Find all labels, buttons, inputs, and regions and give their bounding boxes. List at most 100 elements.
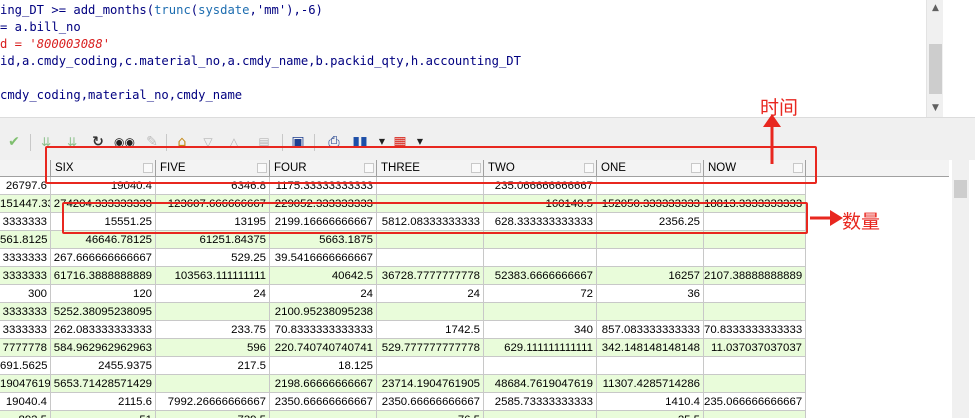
grid-scroll-track[interactable] xyxy=(952,160,969,418)
table-cell[interactable] xyxy=(597,357,704,375)
table-cell[interactable]: 7777778 xyxy=(0,339,51,357)
results-grid[interactable]: SIX FIVE FOUR THREE TWO ONE NOW 26797.6 19040.4 6… xyxy=(0,160,949,418)
table-cell[interactable]: 233.75 xyxy=(156,321,270,339)
table-cell[interactable]: 561.8125 xyxy=(0,231,51,249)
table-cell[interactable]: 2115.6 xyxy=(51,393,156,411)
column-header-row-indicator[interactable] xyxy=(0,160,51,177)
table-cell[interactable] xyxy=(704,375,806,393)
table-cell[interactable]: 342.148148148148 xyxy=(597,339,704,357)
table-cell[interactable]: 24 xyxy=(377,285,484,303)
table-cell[interactable] xyxy=(597,303,704,321)
table-cell[interactable]: 16257 xyxy=(597,267,704,285)
table-cell[interactable]: 51 xyxy=(51,411,156,418)
table-cell[interactable]: 18.125 xyxy=(270,357,377,375)
table-cell[interactable] xyxy=(377,303,484,321)
table-cell[interactable]: 19040.4 xyxy=(0,393,51,411)
table-cell[interactable]: 529.777777777778 xyxy=(377,339,484,357)
table-cell[interactable]: 39.5416666666667 xyxy=(270,249,377,267)
code-line[interactable]: = a.bill_no xyxy=(0,19,81,35)
grid-vertical-scrollbar[interactable] xyxy=(949,160,975,418)
table-row[interactable]: 3333333 267.666666666667 529.25 39.54166666… xyxy=(0,249,949,267)
table-cell[interactable]: 596 xyxy=(156,339,270,357)
table-cell[interactable]: 3333333 xyxy=(0,249,51,267)
table-cell[interactable] xyxy=(484,411,597,418)
table-cell[interactable]: 2455.9375 xyxy=(51,357,156,375)
table-cell[interactable]: 529.25 xyxy=(156,249,270,267)
table-cell[interactable]: 584.962962962963 xyxy=(51,339,156,357)
scroll-down-arrow-icon[interactable]: ▼ xyxy=(927,100,944,117)
table-cell[interactable]: 691.5625 xyxy=(0,357,51,375)
table-cell[interactable]: 11.037037037037 xyxy=(704,339,806,357)
table-cell[interactable]: 70.8333333333333 xyxy=(704,321,806,339)
table-row[interactable]: 7777778 584.962962962963 596 220.7407407407… xyxy=(0,339,949,357)
table-cell[interactable]: 2585.73333333333 xyxy=(484,393,597,411)
table-cell[interactable]: 217.5 xyxy=(156,357,270,375)
table-cell[interactable] xyxy=(704,411,806,418)
table-cell[interactable]: 25.5 xyxy=(597,411,704,418)
table-cell[interactable]: 72 xyxy=(484,285,597,303)
table-cell[interactable] xyxy=(704,303,806,321)
table-cell[interactable] xyxy=(704,357,806,375)
table-cell[interactable]: 267.666666666667 xyxy=(51,249,156,267)
table-cell[interactable]: 857.083333333333 xyxy=(597,321,704,339)
table-cell[interactable]: 262.083333333333 xyxy=(51,321,156,339)
table-cell[interactable]: 2350.66666666667 xyxy=(377,393,484,411)
table-cell[interactable] xyxy=(484,303,597,321)
table-row[interactable]: 19040.4 2115.6 7992.26666666667 2350.666666… xyxy=(0,393,949,411)
table-cell[interactable]: 23714.1904761905 xyxy=(377,375,484,393)
editor-vertical-scrollbar[interactable]: ▲ ▼ xyxy=(926,0,944,117)
table-cell[interactable] xyxy=(377,357,484,375)
table-cell[interactable]: 300 xyxy=(0,285,51,303)
table-cell[interactable]: 24 xyxy=(270,285,377,303)
table-cell[interactable] xyxy=(484,357,597,375)
grid-scroll-thumb[interactable] xyxy=(954,180,967,198)
editor-scroll-thumb[interactable] xyxy=(929,44,942,94)
table-cell[interactable] xyxy=(704,249,806,267)
table-cell[interactable]: 892.5 xyxy=(0,411,51,418)
table-cell[interactable]: 76.5 xyxy=(377,411,484,418)
table-cell[interactable]: 120 xyxy=(51,285,156,303)
code-line[interactable]: cmdy_coding,material_no,cmdy_name xyxy=(0,87,242,103)
table-cell[interactable]: 3333333 xyxy=(0,321,51,339)
table-cell[interactable]: 7992.26666666667 xyxy=(156,393,270,411)
table-cell[interactable] xyxy=(484,249,597,267)
table-row[interactable]: 300 120 24 24 24 72 36 xyxy=(0,285,949,303)
table-cell[interactable]: 40642.5 xyxy=(270,267,377,285)
table-cell[interactable]: 5252.38095238095 xyxy=(51,303,156,321)
table-cell[interactable]: 3333333 xyxy=(0,213,51,231)
table-row[interactable]: 3333333 262.083333333333 233.75 70.83333333… xyxy=(0,321,949,339)
table-cell[interactable]: 2107.38888888889 xyxy=(704,267,806,285)
table-cell[interactable]: 2198.66666666667 xyxy=(270,375,377,393)
table-cell[interactable]: 52383.6666666667 xyxy=(484,267,597,285)
table-row[interactable]: 892.551739.5 76.5 25.5 xyxy=(0,411,949,418)
table-cell[interactable]: 36 xyxy=(597,285,704,303)
table-row[interactable]: 19047619 5653.71428571429 2198.66666666667… xyxy=(0,375,949,393)
table-cell[interactable]: 1742.5 xyxy=(377,321,484,339)
table-cell[interactable]: 61716.3888888889 xyxy=(51,267,156,285)
table-cell[interactable] xyxy=(704,285,806,303)
table-row[interactable]: 691.5625 2455.9375 217.5 18.125 xyxy=(0,357,949,375)
check-icon[interactable]: ✔ xyxy=(4,132,24,152)
code-line[interactable]: d = '800003088' xyxy=(0,36,110,52)
table-cell[interactable]: 11307.4285714286 xyxy=(597,375,704,393)
table-cell[interactable]: 629.111111111111 xyxy=(484,339,597,357)
scroll-up-arrow-icon[interactable]: ▲ xyxy=(927,0,944,17)
table-cell[interactable] xyxy=(156,303,270,321)
table-cell[interactable]: 3333333 xyxy=(0,267,51,285)
table-cell[interactable]: 151447.333333333 xyxy=(0,195,51,213)
table-row[interactable]: 3333333 61716.3888888889 103563.111111111 4… xyxy=(0,267,949,285)
table-cell[interactable]: 235.066666666667 xyxy=(704,393,806,411)
table-cell[interactable]: 36728.7777777778 xyxy=(377,267,484,285)
table-cell[interactable] xyxy=(156,375,270,393)
table-cell[interactable]: 103563.111111111 xyxy=(156,267,270,285)
table-cell[interactable]: 739.5 xyxy=(156,411,270,418)
table-cell[interactable]: 48684.7619047619 xyxy=(484,375,597,393)
table-cell[interactable]: 2350.66666666667 xyxy=(270,393,377,411)
table-cell[interactable]: 26797.6 xyxy=(0,177,51,195)
table-cell[interactable] xyxy=(597,249,704,267)
table-cell[interactable]: 70.8333333333333 xyxy=(270,321,377,339)
code-line[interactable]: id,a.cmdy_coding,c.material_no,a.cmdy_na… xyxy=(0,53,521,69)
table-cell[interactable]: 19047619 xyxy=(0,375,51,393)
table-cell[interactable]: 3333333 xyxy=(0,303,51,321)
table-cell[interactable] xyxy=(270,411,377,418)
